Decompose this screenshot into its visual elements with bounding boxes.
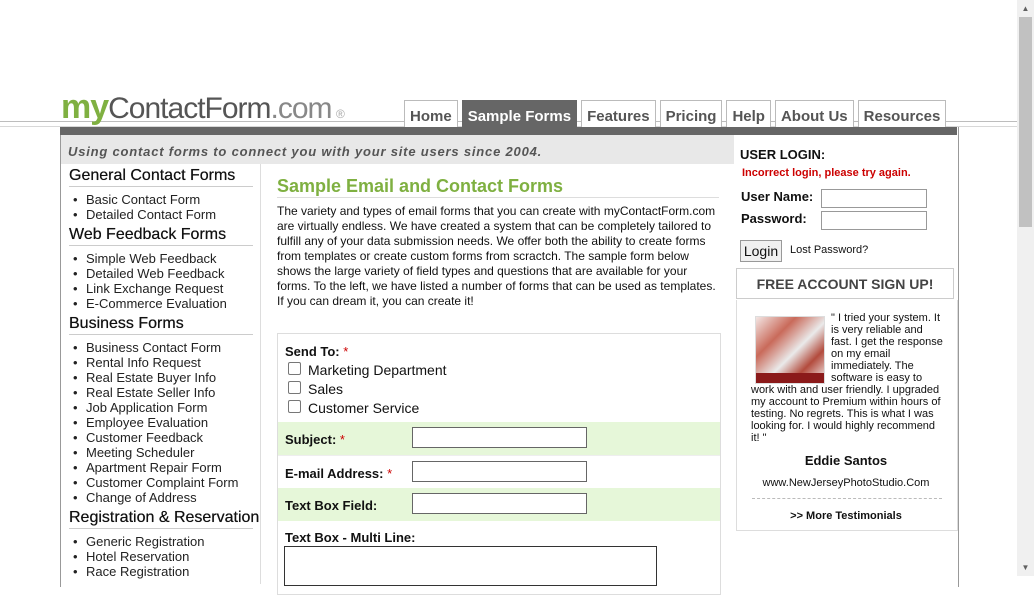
login-title: USER LOGIN: xyxy=(740,147,826,162)
subject-label-text: Subject: xyxy=(285,432,337,447)
list-general: Basic Contact Form Detailed Contact Form xyxy=(69,192,216,222)
scroll-thumb[interactable] xyxy=(1019,17,1032,227)
logo-contactform: ContactForm xyxy=(108,92,271,125)
tagline: Using contact forms to connect you with … xyxy=(68,144,543,159)
tab-sample-forms[interactable]: Sample Forms xyxy=(461,100,578,127)
email-row: E-mail Address: * xyxy=(278,455,720,489)
testimonial-divider xyxy=(752,498,942,499)
send-to-label: Send To: * xyxy=(285,344,348,359)
section-title-registration: Registration & Reservation xyxy=(69,509,260,526)
nav-link[interactable]: Generic Registration xyxy=(69,534,205,549)
site-logo[interactable]: myContactForm.com ® xyxy=(61,88,345,126)
checkbox-sales[interactable] xyxy=(288,381,301,394)
textbox-input[interactable] xyxy=(412,493,587,514)
nav-link[interactable]: Simple Web Feedback xyxy=(69,251,227,266)
section-rule xyxy=(69,245,253,246)
page-title: Sample Email and Contact Forms xyxy=(277,176,564,196)
section-rule xyxy=(69,528,253,529)
nav-link[interactable]: Real Estate Buyer Info xyxy=(69,370,238,385)
section-rule xyxy=(69,334,253,335)
checkbox-label-customer-service: Customer Service xyxy=(308,400,420,416)
tab-about-us[interactable]: About Us xyxy=(774,100,854,127)
nav-link[interactable]: E-Commerce Evaluation xyxy=(69,296,227,311)
textbox-row: Text Box Field: xyxy=(278,488,720,521)
nav-link[interactable]: Customer Complaint Form xyxy=(69,475,238,490)
tab-home[interactable]: Home xyxy=(404,100,458,127)
email-label: E-mail Address: * xyxy=(285,466,392,481)
nav-link[interactable]: Meeting Scheduler xyxy=(69,445,238,460)
required-mark: * xyxy=(339,432,345,447)
testimonial-author: Eddie Santos xyxy=(804,453,888,468)
nav-link[interactable]: Job Application Form xyxy=(69,400,238,415)
email-input[interactable] xyxy=(412,461,587,482)
nav-link[interactable]: Customer Feedback xyxy=(69,430,238,445)
tab-pricing[interactable]: Pricing xyxy=(659,100,723,127)
nav-link[interactable]: Employee Evaluation xyxy=(69,415,238,430)
nav-link[interactable]: Basic Contact Form xyxy=(69,192,216,207)
multiline-label: Text Box - Multi Line: xyxy=(285,530,416,545)
checkbox-label-sales: Sales xyxy=(308,381,344,397)
lost-password-link[interactable]: Lost Password? xyxy=(790,244,868,256)
nav-link[interactable]: Race Registration xyxy=(69,564,205,579)
checkbox-marketing[interactable] xyxy=(288,362,301,375)
tab-help[interactable]: Help xyxy=(726,100,771,127)
logo-my: my xyxy=(61,88,109,126)
checkbox-customer-service[interactable] xyxy=(288,400,301,413)
nav-link[interactable]: Apartment Repair Form xyxy=(69,460,238,475)
more-testimonials-link[interactable]: >> More Testimonials xyxy=(736,510,956,522)
testimonial-site[interactable]: www.NewJerseyPhotoStudio.Com xyxy=(736,477,956,489)
login-button[interactable]: Login xyxy=(740,240,782,262)
main-nav-tabs: Home Sample Forms Features Pricing Help … xyxy=(404,100,947,127)
logo-com: .com xyxy=(270,92,333,125)
scroll-down-arrow-icon[interactable]: ▼ xyxy=(1017,559,1034,576)
page-description: The variety and types of email forms tha… xyxy=(277,204,716,308)
list-business: Business Contact Form Rental Info Reques… xyxy=(69,340,238,505)
multiline-textarea[interactable] xyxy=(284,546,657,586)
password-input[interactable] xyxy=(821,211,927,230)
title-rule xyxy=(277,197,719,198)
nav-link[interactable]: Detailed Contact Form xyxy=(69,207,216,222)
send-to-row: Send To: * Marketing Department Sales Cu… xyxy=(278,334,720,422)
scroll-up-arrow-icon[interactable]: ▲ xyxy=(1017,0,1034,17)
tab-resources[interactable]: Resources xyxy=(857,100,947,127)
section-title-web-feedback: Web Feedback Forms xyxy=(69,226,227,243)
subject-label: Subject: * xyxy=(285,432,345,447)
required-mark: * xyxy=(343,344,349,359)
password-label: Password: xyxy=(741,211,807,226)
required-mark: * xyxy=(387,466,393,481)
email-label-text: E-mail Address: xyxy=(285,466,384,481)
send-to-label-text: Send To: xyxy=(285,344,340,359)
testimonial-text: " I tried your system. It is very reliab… xyxy=(751,312,943,444)
section-title-general: General Contact Forms xyxy=(69,167,236,184)
left-sidebar: General Contact Forms Basic Contact Form… xyxy=(61,164,261,584)
username-label: User Name: xyxy=(741,189,814,204)
nav-link[interactable]: Real Estate Seller Info xyxy=(69,385,238,400)
tab-features[interactable]: Features xyxy=(581,100,656,127)
nav-link[interactable]: Hotel Reservation xyxy=(69,549,205,564)
logo-registered-mark: ® xyxy=(336,106,345,121)
nav-link[interactable]: Business Contact Form xyxy=(69,340,238,355)
checkbox-label-marketing: Marketing Department xyxy=(308,362,447,378)
sample-form: Send To: * Marketing Department Sales Cu… xyxy=(277,333,721,595)
free-signup-button[interactable]: FREE ACCOUNT SIGN UP! xyxy=(736,268,954,299)
vertical-scrollbar[interactable]: ▲ ▼ xyxy=(1017,0,1034,576)
nav-link[interactable]: Detailed Web Feedback xyxy=(69,266,227,281)
list-registration: Generic Registration Hotel Reservation R… xyxy=(69,534,205,579)
subject-input[interactable] xyxy=(412,427,587,448)
photo-float-spacer xyxy=(751,312,831,382)
login-error: Incorrect login, please try again. xyxy=(742,167,911,179)
section-rule xyxy=(69,186,253,187)
section-title-business: Business Forms xyxy=(69,315,184,332)
textbox-label: Text Box Field: xyxy=(285,498,378,513)
list-web-feedback: Simple Web Feedback Detailed Web Feedbac… xyxy=(69,251,227,311)
subject-row: Subject: * xyxy=(278,422,720,455)
content-top-bar xyxy=(60,127,957,135)
nav-link[interactable]: Change of Address xyxy=(69,490,238,505)
username-input[interactable] xyxy=(821,189,927,208)
nav-link[interactable]: Rental Info Request xyxy=(69,355,238,370)
nav-link[interactable]: Link Exchange Request xyxy=(69,281,227,296)
